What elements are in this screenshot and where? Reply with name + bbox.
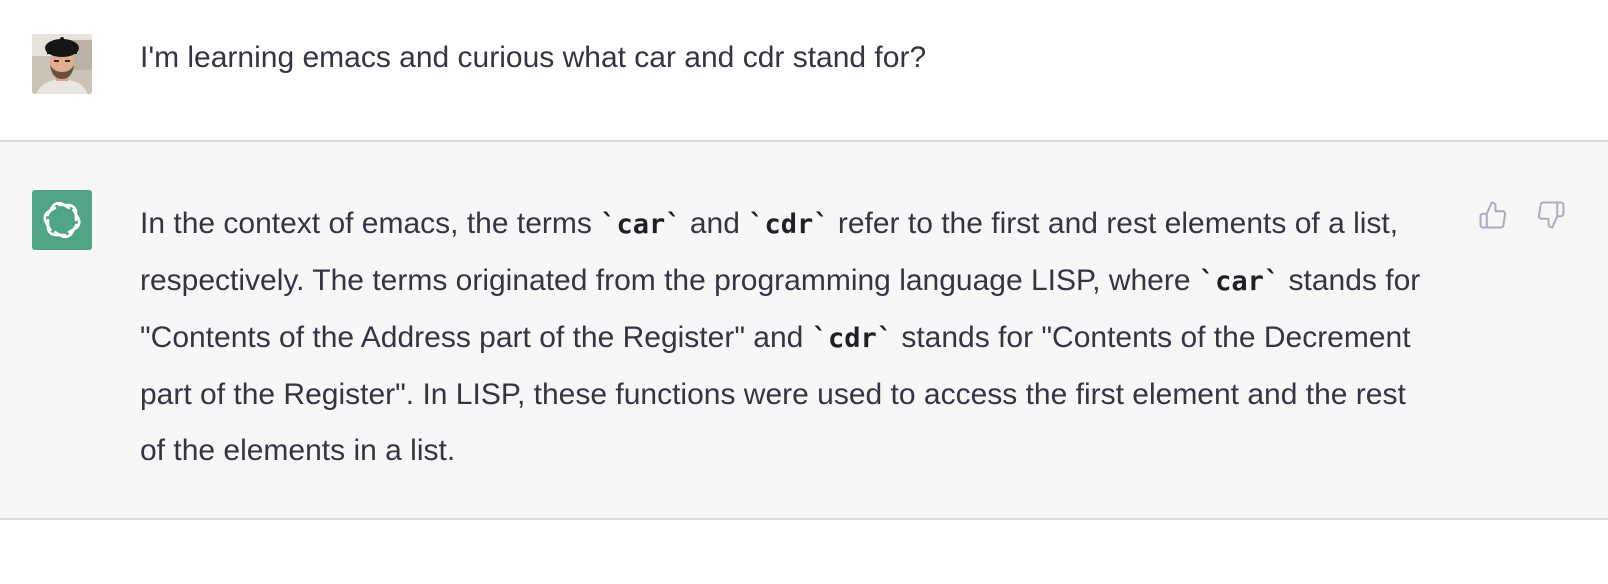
assistant-message: In the context of emacs, the terms `car`… [0, 142, 1608, 520]
user-avatar [32, 34, 92, 94]
user-photo-icon [32, 34, 92, 94]
inline-code-car: `car` [1198, 266, 1281, 297]
inline-code-cdr: `cdr` [811, 323, 893, 354]
thumbs-up-icon [1479, 201, 1507, 229]
response-text: and [681, 207, 749, 240]
empty-space [0, 520, 1608, 582]
user-message: I'm learning emacs and curious what car … [0, 0, 1608, 142]
assistant-message-text: In the context of emacs, the terms `car`… [140, 196, 1430, 479]
inline-code-car: `car` [600, 209, 682, 240]
feedback-controls [1476, 198, 1568, 232]
chat-thread: I'm learning emacs and curious what car … [0, 0, 1608, 584]
openai-logo-icon [43, 201, 81, 239]
thumbs-down-button[interactable] [1534, 198, 1568, 232]
assistant-avatar [32, 190, 92, 250]
inline-code-cdr: `cdr` [748, 209, 830, 240]
thumbs-up-button[interactable] [1476, 198, 1510, 232]
thumbs-down-icon [1537, 201, 1565, 229]
user-message-text: I'm learning emacs and curious what car … [140, 41, 927, 74]
response-text: In the context of emacs, the terms [140, 207, 601, 240]
